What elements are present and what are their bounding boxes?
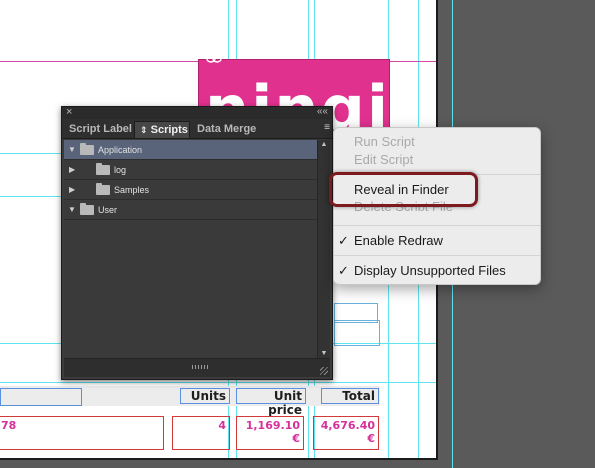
menu-item-display-unsupported-files[interactable]: ✓ Display Unsupported Files — [334, 262, 540, 280]
table-header-units[interactable]: Units — [180, 388, 230, 404]
table-cell[interactable]: 4 — [172, 416, 230, 450]
folder-icon — [96, 183, 110, 195]
tab-label: Script Label — [69, 123, 132, 135]
tab-scripts[interactable]: ⇕ Scripts — [134, 121, 190, 138]
folder-icon — [80, 203, 94, 215]
menu-item-label: Edit Script — [354, 152, 414, 167]
collapse-icon[interactable]: «« — [317, 106, 328, 118]
tree-item-application[interactable]: ▼ Application — [64, 140, 318, 160]
sort-arrows-icon: ⇕ — [140, 125, 148, 135]
menu-item-enable-redraw[interactable]: ✓ Enable Redraw — [334, 232, 540, 250]
scripts-panel[interactable]: × «« Script Label ⇕ Scripts Data Merge ≡… — [61, 106, 333, 380]
tab-label: Data Merge — [197, 123, 257, 135]
tree-item-samples[interactable]: ▶ Samples — [64, 180, 318, 200]
scroll-up-icon[interactable]: ▲ — [318, 141, 330, 148]
checkmark-icon: ✓ — [338, 233, 349, 248]
table-header-description[interactable] — [0, 388, 82, 406]
menu-item-label: Run Script — [354, 134, 415, 149]
close-icon[interactable]: × — [66, 106, 72, 118]
table-cell[interactable]: 78 — [0, 416, 164, 450]
panel-titlebar[interactable]: × «« — [62, 106, 332, 119]
panel-tabbar: Script Label ⇕ Scripts Data Merge ≡ — [62, 119, 332, 139]
panel-menu-icon[interactable]: ≡ — [324, 122, 330, 134]
resize-grip-icon[interactable] — [320, 367, 328, 375]
table-cell[interactable]: 1,169.10 € — [236, 416, 304, 450]
scripts-tree[interactable]: ▼ Application ▶ log ▶ Samples ▼ User — [64, 140, 318, 358]
folder-icon — [96, 163, 110, 175]
folder-icon — [80, 143, 94, 155]
table-header-total[interactable]: Total — [321, 388, 379, 404]
disclosure-closed-icon[interactable]: ▶ — [69, 180, 75, 200]
disclosure-closed-icon[interactable]: ▶ — [69, 160, 75, 180]
disclosure-open-icon[interactable]: ▼ — [68, 140, 76, 160]
row-guide — [0, 382, 436, 383]
menu-item-label: Enable Redraw — [354, 233, 443, 248]
tab-script-label[interactable]: Script Label — [64, 121, 134, 138]
tab-data-merge[interactable]: Data Merge — [192, 121, 262, 138]
tree-item-log[interactable]: ▶ log — [64, 160, 318, 180]
link-icon — [206, 55, 222, 63]
panel-footer — [64, 358, 330, 377]
menu-separator — [334, 225, 540, 226]
tree-item-label: log — [114, 165, 127, 175]
table-cell[interactable]: 4,676.40 € — [313, 416, 379, 450]
scroll-down-icon[interactable]: ▼ — [318, 350, 330, 357]
table-header-unit-price[interactable]: Unit price — [236, 388, 306, 417]
tree-scrollbar[interactable]: ▲ ▼ — [317, 140, 330, 358]
tab-label: Scripts — [150, 124, 188, 136]
text-frame[interactable] — [334, 320, 380, 346]
panel-drag-grip[interactable] — [192, 365, 208, 369]
menu-item-edit-script[interactable]: Edit Script — [334, 151, 540, 169]
disclosure-open-icon[interactable]: ▼ — [68, 200, 76, 220]
menu-separator — [334, 255, 540, 256]
menu-item-run-script[interactable]: Run Script — [334, 133, 540, 151]
tree-item-label: User — [98, 205, 118, 215]
menu-item-label: Display Unsupported Files — [354, 263, 506, 278]
checkmark-icon: ✓ — [338, 263, 349, 278]
highlight-ring — [329, 172, 478, 207]
tree-item-user[interactable]: ▼ User — [64, 200, 318, 220]
tree-item-label: Samples — [114, 185, 150, 195]
tree-item-label: Application — [98, 145, 143, 155]
